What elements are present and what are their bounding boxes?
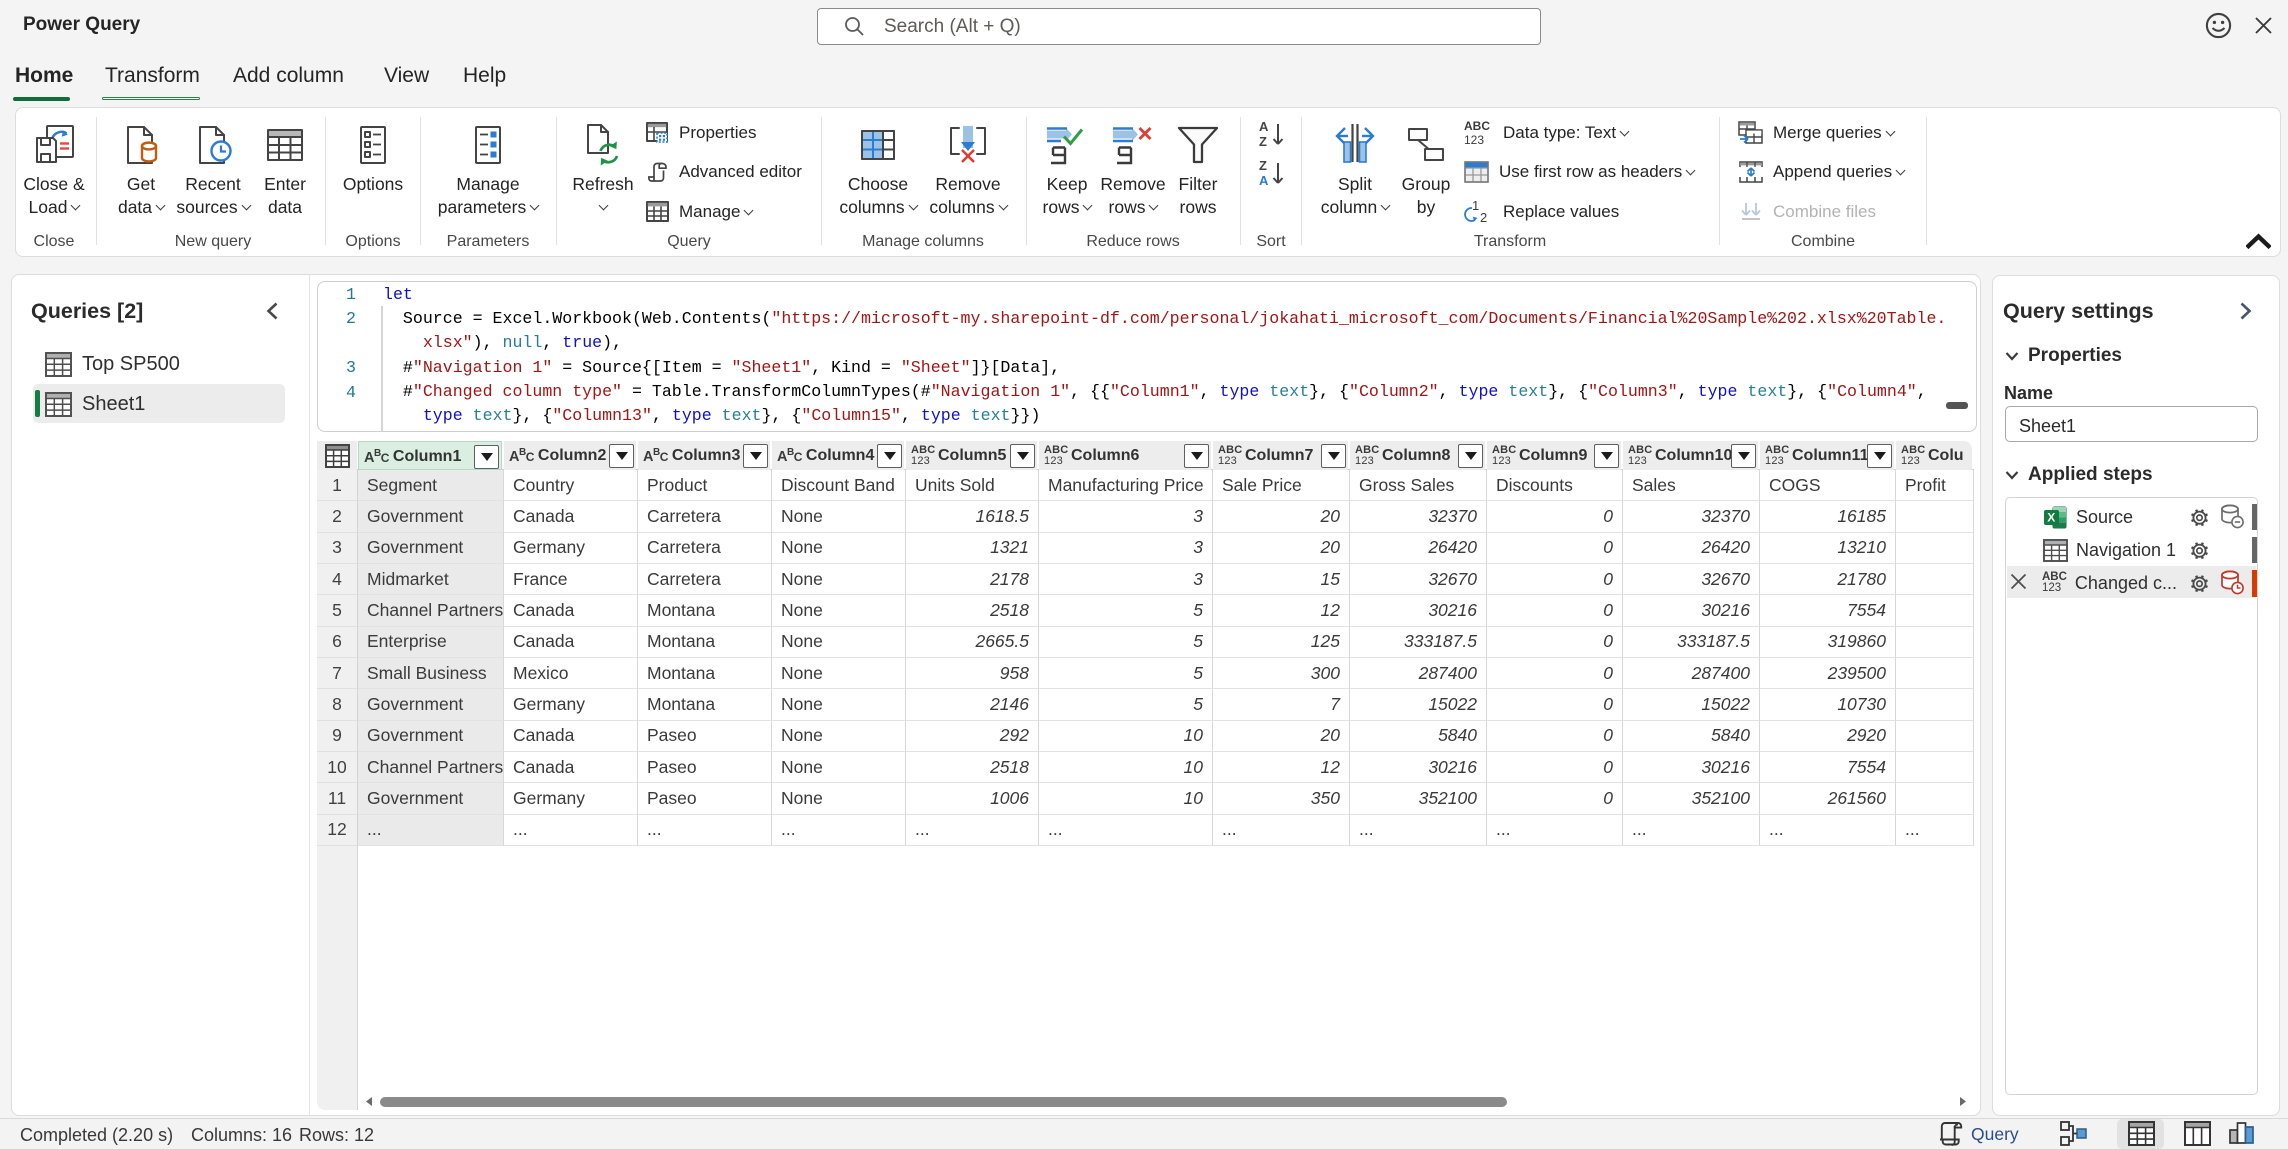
svg-text:Z: Z bbox=[1259, 134, 1267, 149]
svg-text:2: 2 bbox=[1480, 210, 1487, 225]
svg-text:A: A bbox=[1259, 173, 1269, 188]
svg-text:X: X bbox=[2047, 510, 2055, 524]
svg-text:A: A bbox=[1259, 119, 1269, 134]
svg-text:Z: Z bbox=[1259, 158, 1267, 173]
svg-text:123: 123 bbox=[1464, 133, 1484, 147]
svg-text:ABC: ABC bbox=[1464, 119, 1490, 133]
svg-text:1: 1 bbox=[1472, 198, 1479, 213]
